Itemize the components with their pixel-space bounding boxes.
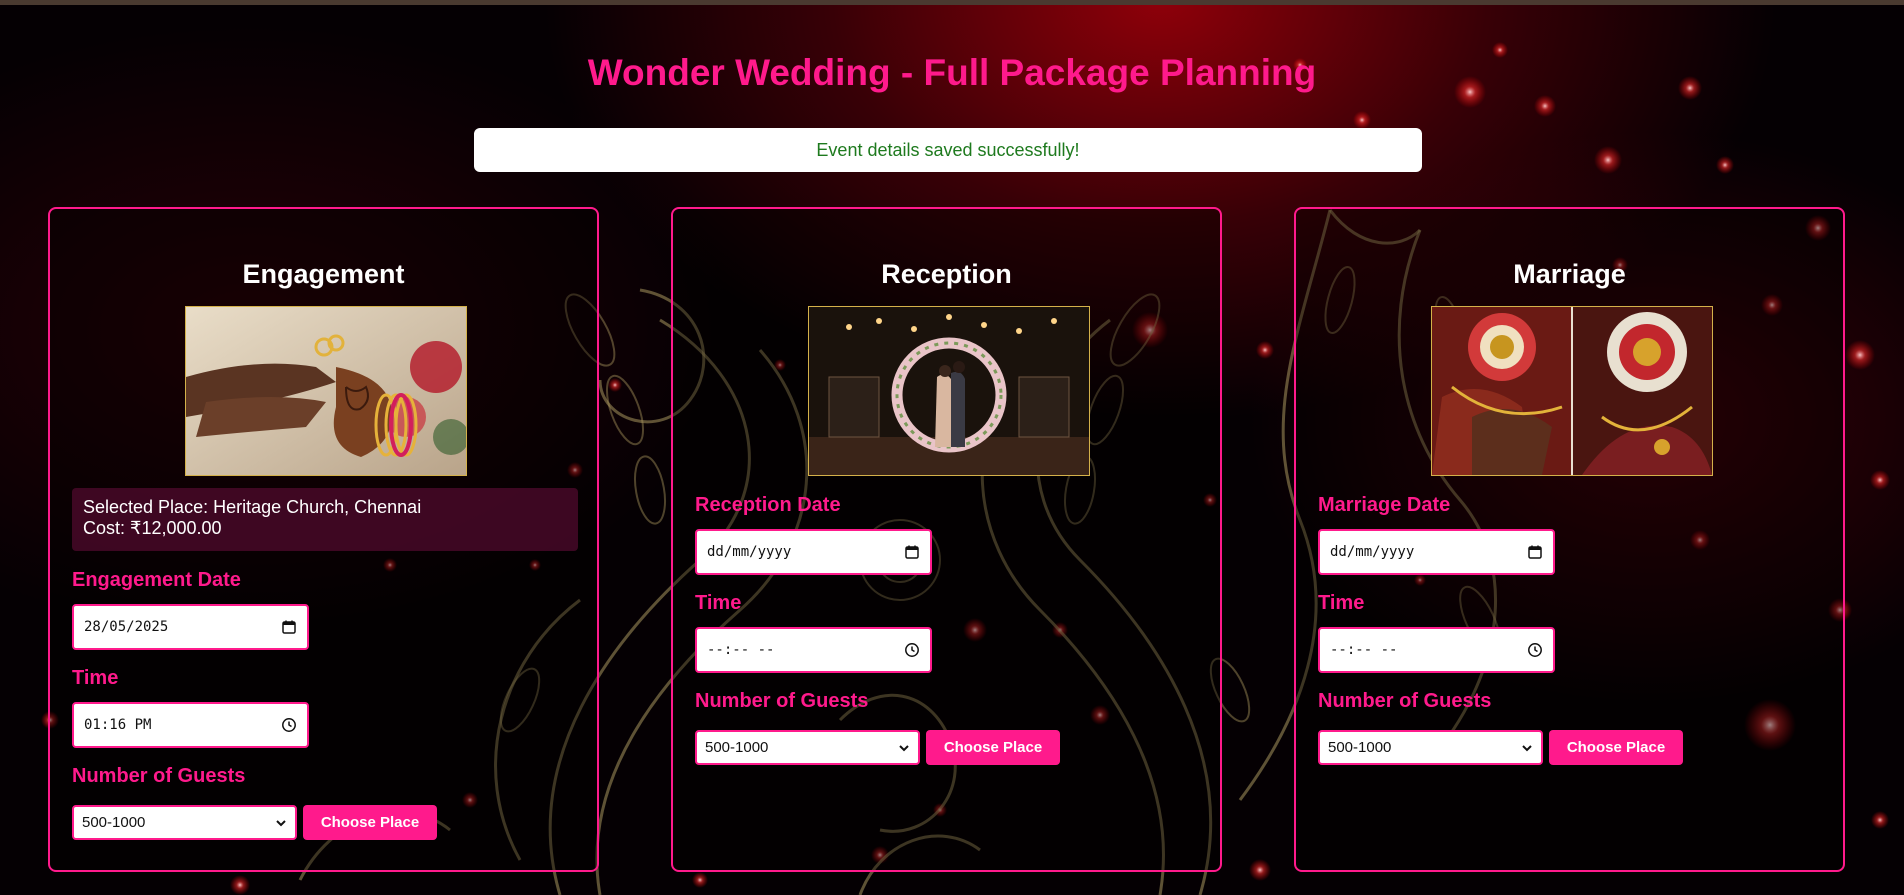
- reception-date-label: Reception Date: [695, 494, 841, 516]
- engagement-card: Engagement Selected Place: Heritage Chur…: [48, 207, 599, 872]
- guests-value: 500-1000: [705, 739, 769, 756]
- reception-date-input[interactable]: dd/mm/yyyy: [695, 529, 932, 575]
- time-value: --:-- --: [1330, 642, 1398, 658]
- date-value: dd/mm/yyyy: [707, 544, 792, 560]
- guests-label: Number of Guests: [72, 765, 246, 787]
- choose-place-button[interactable]: Choose Place: [1549, 730, 1683, 765]
- guests-select[interactable]: 500-1000: [695, 730, 920, 765]
- chevron-down-icon: [1522, 744, 1532, 751]
- marriage-card: Marriage Marriage Date dd/mm/yyyy Time -…: [1294, 207, 1845, 872]
- engagement-photo: [185, 306, 467, 476]
- time-label: Time: [1318, 592, 1365, 614]
- time-value: --:-- --: [707, 642, 775, 658]
- engagement-time-input[interactable]: 01:16 PM: [72, 702, 309, 748]
- clock-icon[interactable]: [904, 642, 920, 658]
- choose-place-button[interactable]: Choose Place: [926, 730, 1060, 765]
- selected-place-box: Selected Place: Heritage Church, Chennai…: [72, 488, 578, 551]
- guests-select[interactable]: 500-1000: [1318, 730, 1543, 765]
- window-top-border: [0, 0, 1904, 5]
- calendar-icon[interactable]: [281, 619, 297, 635]
- page-title: Wonder Wedding - Full Package Planning: [587, 52, 1317, 93]
- chevron-down-icon: [276, 819, 286, 826]
- marriage-date-label: Marriage Date: [1318, 494, 1451, 516]
- guests-value: 500-1000: [82, 814, 146, 831]
- time-label: Time: [695, 592, 742, 614]
- clock-icon[interactable]: [281, 717, 297, 733]
- guests-select[interactable]: 500-1000: [72, 805, 297, 840]
- calendar-icon[interactable]: [1527, 544, 1543, 560]
- chevron-down-icon: [899, 744, 909, 751]
- marriage-date-input[interactable]: dd/mm/yyyy: [1318, 529, 1555, 575]
- reception-photo: [808, 306, 1090, 476]
- guests-value: 500-1000: [1328, 739, 1392, 756]
- reception-card: Reception Reception Date dd/mm/yyyy Time…: [671, 207, 1222, 872]
- card-title: Marriage: [1513, 259, 1626, 289]
- selected-place-text: Selected Place: Heritage Church, Chennai: [83, 497, 422, 517]
- marriage-time-input[interactable]: --:-- --: [1318, 627, 1555, 673]
- reception-time-input[interactable]: --:-- --: [695, 627, 932, 673]
- calendar-icon[interactable]: [904, 544, 920, 560]
- choose-place-button[interactable]: Choose Place: [303, 805, 437, 840]
- date-value: dd/mm/yyyy: [1330, 544, 1415, 560]
- guests-label: Number of Guests: [695, 690, 869, 712]
- success-message: Event details saved successfully!: [474, 128, 1422, 172]
- marriage-photo: [1431, 306, 1713, 476]
- engagement-date-input[interactable]: 28/05/2025: [72, 604, 309, 650]
- card-title: Reception: [881, 259, 1012, 289]
- time-label: Time: [72, 667, 119, 689]
- cost-text: Cost: ₹12,000.00: [83, 518, 222, 538]
- card-title: Engagement: [242, 259, 405, 289]
- time-value: 01:16 PM: [84, 717, 152, 733]
- guests-label: Number of Guests: [1318, 690, 1492, 712]
- date-value: 28/05/2025: [84, 619, 169, 635]
- engagement-date-label: Engagement Date: [72, 569, 241, 591]
- clock-icon[interactable]: [1527, 642, 1543, 658]
